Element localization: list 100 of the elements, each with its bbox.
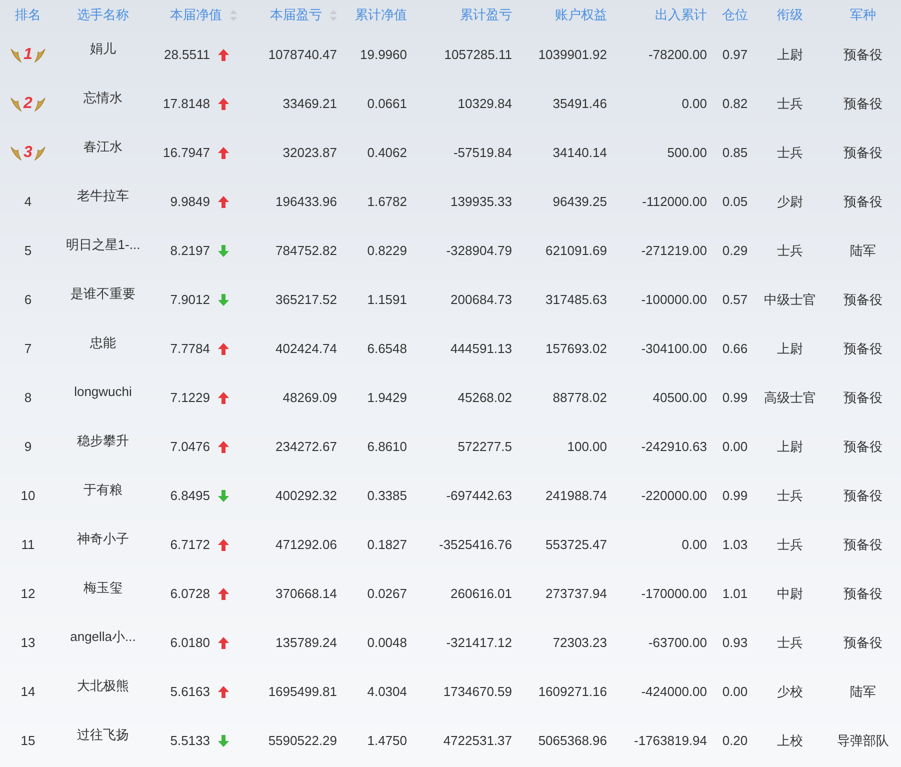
table-cell-text: 0.97 [722, 46, 748, 64]
table-cell-text: -78200.00 [648, 46, 707, 64]
table-cell-text: 200684.73 [450, 290, 512, 309]
table-cell-text: -328904.79 [446, 242, 512, 260]
table-cell-text: -424000.00 [641, 682, 707, 701]
table-cell-text: 预备役 [844, 634, 882, 652]
table-cell-text: 260616.01 [450, 584, 512, 603]
table-cell-text: 士兵 [777, 242, 803, 260]
table-cell-text: 621091.69 [546, 242, 607, 260]
table-cell-text: 6.8610 [367, 438, 407, 456]
table-cell-text: 1057285.11 [444, 46, 512, 64]
table-cell-text: 17.8148 [163, 94, 210, 113]
table-cell-text: 1609271.16 [538, 682, 607, 701]
table-cell-text: 5590522.29 [268, 732, 337, 750]
table-cell-text: 1.03 [722, 536, 748, 554]
rank-number: 10 [20, 486, 36, 505]
table-cell-text: -3525416.76 [438, 536, 512, 554]
table-cell-text: 0.8229 [367, 242, 407, 260]
player-name[interactable]: 是谁不重要 [70, 284, 136, 304]
table-cell-text: 0.00 [682, 94, 707, 113]
table-cell-text: 28.5511 [164, 46, 210, 64]
table-cell-text: 陆军 [850, 682, 876, 701]
table-cell-text: 0.00 [722, 682, 748, 701]
table-cell-text: 0.0661 [367, 94, 407, 113]
table-cell-text: 365217.52 [276, 290, 337, 309]
player-name[interactable]: longwuchi [74, 382, 132, 402]
rank-number: 13 [20, 634, 36, 652]
player-name[interactable]: 忘情水 [84, 88, 122, 108]
player-name[interactable]: 过往飞扬 [77, 724, 129, 744]
table-cell-text: 6.0728 [170, 584, 210, 603]
table-cell-text: -100000.00 [641, 290, 707, 309]
table-cell-text: 72303.23 [552, 634, 607, 652]
player-name[interactable]: 忠能 [90, 332, 116, 352]
table-cell-text: 19.9960 [360, 46, 407, 64]
rank-number: 6 [24, 290, 32, 309]
rank-number: 14 [20, 682, 36, 701]
table-cell-text: 784752.82 [276, 242, 337, 260]
rank-number: 4 [24, 192, 32, 211]
table-cell-text: 0.00 [682, 536, 707, 554]
player-name[interactable]: 于有粮 [84, 480, 122, 500]
table-cell-text: 预备役 [844, 192, 882, 211]
table-cell-text: 0.82 [722, 94, 748, 113]
table-cell-text: 预备役 [844, 388, 882, 407]
table-cell-text: -1763819.94 [634, 732, 707, 750]
player-name[interactable]: 大北极熊 [77, 676, 129, 696]
table-cell-text: 234272.67 [276, 438, 337, 456]
table-cell-text: 0.20 [722, 732, 748, 750]
sort-icon[interactable] [230, 10, 237, 20]
table-cell-text: 96439.25 [552, 192, 607, 211]
table-cell-text: 45268.02 [458, 388, 512, 407]
table-cell-text: 0.99 [722, 486, 748, 505]
table-cell-text: 6.8495 [170, 486, 210, 505]
table-cell-text: 273737.94 [546, 584, 607, 603]
medal-badge: 1 [10, 42, 46, 66]
sort-icon[interactable] [330, 10, 337, 20]
table-cell-text: 士兵 [777, 144, 803, 162]
table-cell-text: 7.7784 [170, 340, 210, 358]
player-name[interactable]: 明日之星1-... [66, 234, 140, 254]
player-name[interactable]: 梅玉玺 [84, 578, 122, 598]
table-cell-text: 0.0048 [367, 634, 407, 652]
table-cell-text: 上校 [777, 732, 803, 750]
rank-number: 8 [24, 388, 32, 407]
table-cell-text: 471292.06 [276, 536, 337, 554]
table-cell-text: 10329.84 [458, 94, 512, 113]
table-cell-text: 0.1827 [367, 536, 407, 554]
table-cell-text: 88778.02 [552, 388, 607, 407]
table-cell-text: 553725.47 [546, 536, 607, 554]
rank-number: 12 [20, 584, 36, 603]
table-cell-text: 7.9012 [170, 290, 210, 309]
player-name[interactable]: 老牛拉车 [77, 186, 129, 206]
table-cell-text: 0.3385 [367, 486, 407, 505]
table-cell-text: 1.4750 [367, 732, 407, 750]
medal-badge: 3 [10, 140, 46, 164]
player-name[interactable]: angella小... [70, 626, 136, 646]
player-name[interactable]: 娟儿 [90, 38, 116, 58]
table-cell-text: -304100.00 [641, 340, 707, 358]
table-cell-text: 241988.74 [546, 486, 607, 505]
table-cell-text: 48269.09 [282, 388, 337, 407]
table-cell-text: 6.6548 [367, 340, 407, 358]
rank-number: 15 [20, 732, 36, 750]
table-cell-text: 135789.24 [276, 634, 337, 652]
table-cell-text: 0.99 [722, 388, 748, 407]
table-cell-text: 上尉 [777, 46, 803, 64]
table-cell-text: 196433.96 [276, 192, 337, 211]
player-name[interactable]: 稳步攀升 [77, 430, 129, 450]
table-cell-text: 0.93 [722, 634, 748, 652]
medal-badge: 2 [10, 92, 46, 116]
table-cell-text: 1039901.92 [538, 46, 607, 64]
player-name[interactable]: 神奇小子 [77, 528, 129, 548]
table-cell-text: -112000.00 [642, 192, 707, 211]
table-cell-text: 35491.46 [552, 94, 607, 113]
table-cell-text: 400292.32 [276, 486, 337, 505]
table-cell-text: 0.29 [722, 242, 748, 260]
table-cell-text: 157693.02 [546, 340, 607, 358]
player-name[interactable]: 春江水 [84, 136, 122, 156]
table-cell-text: 6.0180 [170, 634, 210, 652]
table-cell-text: 中尉 [777, 584, 803, 603]
table-cell-text: 上尉 [777, 340, 803, 358]
table-cell-text: 预备役 [844, 438, 882, 456]
table-cell-text: 5.5133 [170, 732, 210, 750]
